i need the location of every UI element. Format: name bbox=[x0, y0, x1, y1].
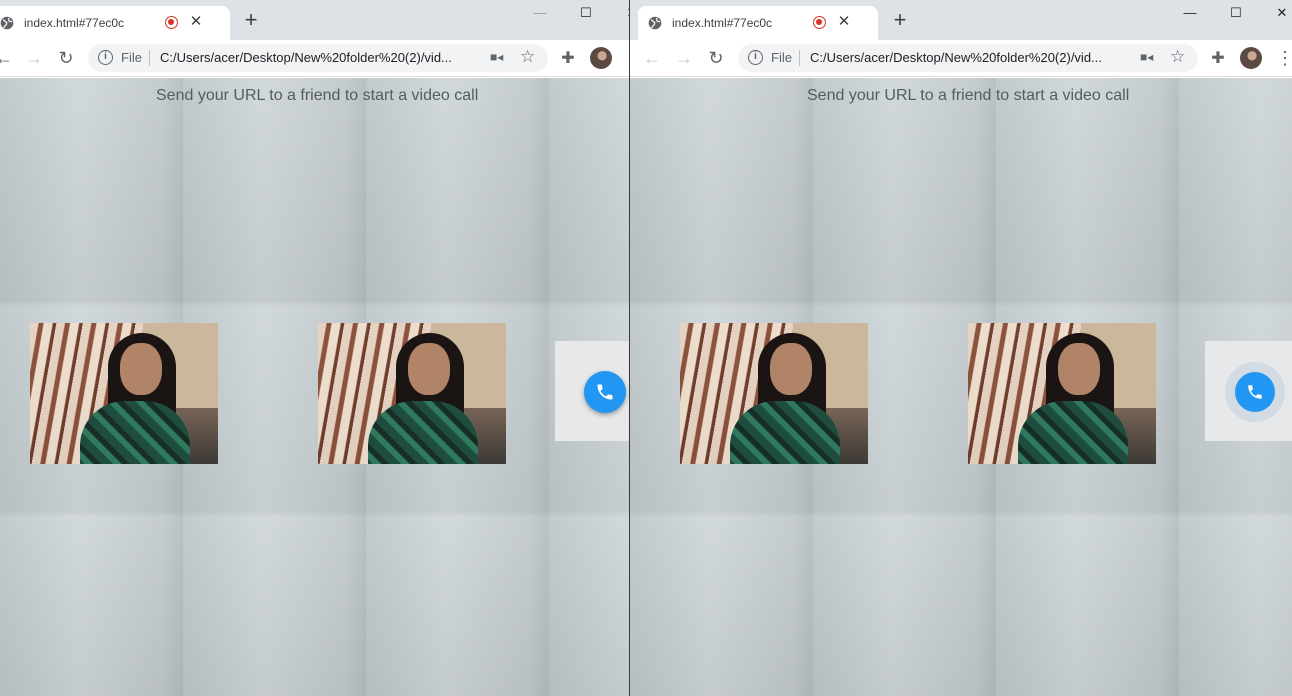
star-icon[interactable]: ☆ bbox=[520, 47, 535, 67]
info-icon[interactable]: i bbox=[748, 50, 763, 65]
video-camera-icon[interactable]: ■◂ bbox=[490, 50, 506, 66]
video-frame-person-shirt bbox=[80, 401, 190, 464]
page-content: Send your URL to a friend to start a vid… bbox=[630, 78, 1292, 696]
video-camera-icon[interactable]: ■◂ bbox=[1140, 50, 1156, 66]
phone-icon bbox=[1248, 385, 1262, 399]
arrow-left-icon: ← bbox=[643, 48, 661, 68]
tab-strip: index.html#77ec0c ✕ + — ☐ ✕ bbox=[0, 0, 629, 40]
remote-video bbox=[318, 323, 506, 464]
back-button[interactable]: ← bbox=[640, 46, 664, 70]
forward-button[interactable]: → bbox=[22, 46, 46, 70]
reload-button[interactable]: ↻ bbox=[704, 46, 728, 70]
video-frame-person-shirt bbox=[730, 401, 840, 464]
tab-close-icon[interactable]: ✕ bbox=[188, 14, 204, 30]
info-icon[interactable]: i bbox=[98, 50, 113, 65]
reload-icon: ↻ bbox=[58, 48, 74, 68]
reload-icon: ↻ bbox=[708, 48, 724, 68]
call-button[interactable] bbox=[1235, 372, 1275, 412]
close-window-button[interactable]: ✕ bbox=[1259, 0, 1292, 30]
arrow-right-icon: → bbox=[675, 48, 693, 68]
tab-close-icon[interactable]: ✕ bbox=[836, 14, 852, 30]
toolbar: ← → ↻ i File C:/Users/acer/Desktop/New%2… bbox=[0, 40, 629, 77]
address-bar[interactable]: i File C:/Users/acer/Desktop/New%20folde… bbox=[738, 44, 1198, 72]
browser-tab[interactable]: index.html#77ec0c ✕ bbox=[638, 6, 878, 40]
toolbar: ← → ↻ i File C:/Users/acer/Desktop/New%2… bbox=[630, 40, 1292, 77]
globe-icon bbox=[648, 16, 662, 30]
video-frame-person-face bbox=[120, 343, 162, 395]
globe-icon bbox=[0, 16, 14, 30]
url-text[interactable]: C:/Users/acer/Desktop/New%20folder%20(2)… bbox=[160, 50, 452, 65]
maximize-button[interactable]: ☐ bbox=[563, 0, 609, 30]
minimize-button[interactable]: — bbox=[517, 0, 563, 30]
back-button[interactable]: ← bbox=[0, 46, 16, 70]
reload-button[interactable]: ↻ bbox=[54, 46, 78, 70]
video-frame-person-face bbox=[408, 343, 450, 395]
browser-tab[interactable]: index.html#77ec0c ✕ bbox=[0, 6, 230, 40]
browser-window-left: index.html#77ec0c ✕ + — ☐ ✕ ← → ↻ i File… bbox=[0, 0, 629, 696]
omnibox-separator bbox=[149, 50, 150, 66]
star-icon[interactable]: ☆ bbox=[1170, 47, 1185, 67]
remote-video bbox=[968, 323, 1156, 464]
recording-indicator-icon bbox=[165, 16, 178, 29]
call-panel bbox=[555, 341, 629, 441]
arrow-right-icon: → bbox=[25, 48, 43, 68]
address-bar[interactable]: i File C:/Users/acer/Desktop/New%20folde… bbox=[88, 44, 548, 72]
phone-icon bbox=[597, 384, 613, 400]
puzzle-icon[interactable]: ✚ bbox=[558, 48, 578, 68]
local-video bbox=[680, 323, 868, 464]
omnibox-separator bbox=[799, 50, 800, 66]
tab-title: index.html#77ec0c bbox=[24, 16, 125, 30]
video-frame-person-shirt bbox=[368, 401, 478, 464]
video-frame-person-face bbox=[1058, 343, 1100, 395]
browser-window-right: index.html#77ec0c ✕ + — ☐ ✕ ← → ↻ i File… bbox=[630, 0, 1292, 696]
call-button[interactable] bbox=[584, 371, 626, 413]
avatar[interactable] bbox=[590, 47, 612, 69]
instruction-text: Send your URL to a friend to start a vid… bbox=[156, 87, 479, 104]
tab-strip: index.html#77ec0c ✕ + — ☐ ✕ bbox=[630, 0, 1292, 40]
page-content: Send your URL to a friend to start a vid… bbox=[0, 78, 629, 696]
puzzle-icon[interactable]: ✚ bbox=[1208, 48, 1228, 68]
video-frame-person-shirt bbox=[1018, 401, 1128, 464]
maximize-button[interactable]: ☐ bbox=[1213, 0, 1259, 30]
url-scheme: File bbox=[121, 50, 142, 65]
kebab-menu-icon[interactable]: ⋮ bbox=[1276, 46, 1292, 70]
avatar[interactable] bbox=[1240, 47, 1262, 69]
new-tab-button[interactable]: + bbox=[240, 9, 262, 32]
call-panel bbox=[1205, 341, 1292, 441]
video-frame-person-face bbox=[770, 343, 812, 395]
recording-indicator-icon bbox=[813, 16, 826, 29]
close-window-button[interactable]: ✕ bbox=[609, 0, 629, 30]
new-tab-button[interactable]: + bbox=[889, 9, 911, 32]
arrow-left-icon: ← bbox=[0, 48, 13, 68]
instruction-text: Send your URL to a friend to start a vid… bbox=[807, 87, 1130, 104]
minimize-button[interactable]: — bbox=[1167, 0, 1213, 30]
tab-title: index.html#77ec0c bbox=[672, 16, 773, 30]
forward-button[interactable]: → bbox=[672, 46, 696, 70]
url-scheme: File bbox=[771, 50, 792, 65]
local-video bbox=[30, 323, 218, 464]
url-text[interactable]: C:/Users/acer/Desktop/New%20folder%20(2)… bbox=[810, 50, 1102, 65]
